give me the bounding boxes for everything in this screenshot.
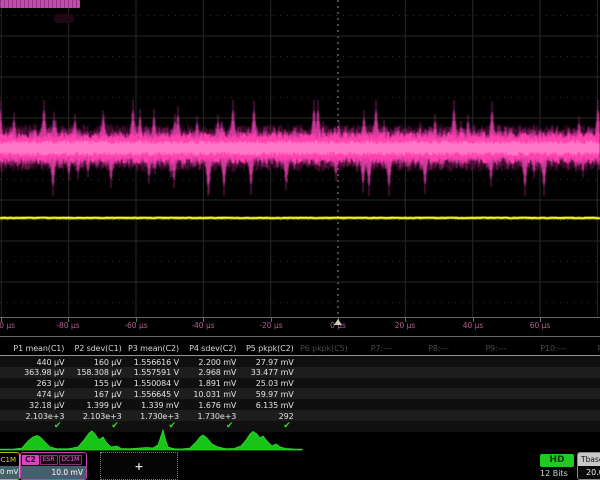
measurement-column-header: P9:--- <box>469 344 523 353</box>
measurement-histogram <box>0 420 310 452</box>
measurement-value: 2.200 mV <box>182 358 236 367</box>
c2-vdiv-value: 10.0 mV <box>21 466 86 479</box>
time-axis-label: -100 µs <box>0 321 31 330</box>
measurement-value: 1.557591 V <box>125 368 179 377</box>
oscilloscope-screen: -100 µs-80 µs-60 µs-40 µs-20 µs0 µs20 µs… <box>0 0 600 480</box>
time-axis-label: -40 µs <box>173 321 233 330</box>
measurement-column-header[interactable]: P1 mean(C1) <box>10 344 64 353</box>
c1-coupling-badge: DC1M <box>0 455 18 466</box>
overlay-smudge <box>54 14 74 23</box>
measurement-column-header: P8:--- <box>411 344 465 353</box>
measurement-value: 33.477 mV <box>239 368 293 377</box>
measurement-value: 27.97 mV <box>239 358 293 367</box>
measurement-value: 10.031 mV <box>182 390 236 399</box>
measurement-column-header[interactable]: P4 sdev(C2) <box>182 344 236 353</box>
measurement-value: 6.135 mV <box>239 401 293 410</box>
measurement-value: 1.676 mV <box>182 401 236 410</box>
c2-label: C2 <box>22 455 39 465</box>
timebase-title: Tbase <box>578 453 600 466</box>
measurement-value: 1.556616 V <box>125 358 179 367</box>
measurement-value: 263 µV <box>10 379 64 388</box>
measurement-value: 158.308 µV <box>67 368 121 377</box>
time-axis-tick <box>68 318 69 322</box>
time-axis-label: -20 µs <box>241 321 301 330</box>
measurement-column-header: P7:--- <box>354 344 408 353</box>
measurement-column-header[interactable]: P3 mean(C2) <box>125 344 179 353</box>
measurement-value: 167 µV <box>67 390 121 399</box>
c1-vdiv-value: 0 mV <box>0 466 19 479</box>
time-axis-label: 40 µs <box>443 321 503 330</box>
time-axis-label: 60 µs <box>510 321 570 330</box>
waveform-grid <box>0 0 600 318</box>
measurement-value: 1.550084 V <box>125 379 179 388</box>
time-axis-label: -60 µs <box>106 321 166 330</box>
measurement-value: 155 µV <box>67 379 121 388</box>
trigger-time-marker <box>334 319 342 325</box>
measurement-value: 1.556645 V <box>125 390 179 399</box>
measurement-value: 440 µV <box>10 358 64 367</box>
time-axis-label: -80 µs <box>38 321 98 330</box>
overlay-badge <box>0 0 80 8</box>
bit-resolution-label: 12 Bits <box>540 469 568 478</box>
grid-baseline <box>0 317 600 318</box>
time-axis-tick <box>271 318 272 322</box>
time-axis-tick <box>136 318 137 322</box>
hd-mode-badge[interactable]: HD <box>540 454 574 467</box>
timebase-descriptor[interactable]: Tbase 20.0 <box>577 452 600 480</box>
measurement-value: 1.339 mV <box>125 401 179 410</box>
timebase-value: 20.0 <box>578 466 600 479</box>
measurement-value: 474 µV <box>10 390 64 399</box>
measurement-value: 1.891 mV <box>182 379 236 388</box>
table-top-border <box>0 336 600 337</box>
channel-c1-descriptor[interactable]: DC1M 0 mV <box>0 452 20 480</box>
time-axis-tick <box>405 318 406 322</box>
time-axis-tick <box>1 318 2 322</box>
time-axis-tick <box>203 318 204 322</box>
channel-c2-descriptor[interactable]: C2 ESR DC1M 10.0 mV <box>20 452 87 480</box>
measurement-value: 160 µV <box>67 358 121 367</box>
measurement-column-header[interactable]: P2 sdev(C1) <box>67 344 121 353</box>
measurement-column-header[interactable]: P5 pkpk(C2) <box>239 344 293 353</box>
c2-coupling-badge: DC1M <box>59 455 83 465</box>
time-axis-tick <box>540 318 541 322</box>
histogram-shape <box>0 430 302 450</box>
measurement-column-header: P6 pkpk(C5) <box>297 344 351 353</box>
measurement-value: 32.18 µV <box>10 401 64 410</box>
measurement-value: 363.98 µV <box>10 368 64 377</box>
measurement-column-header: P10:--- <box>526 344 580 353</box>
measurement-column-header: P11:--- <box>583 344 600 353</box>
plus-cursor-icon: + <box>134 460 143 473</box>
measurement-value: 1.399 µV <box>67 401 121 410</box>
c2-noise-hot <box>0 140 599 156</box>
measurement-value: 2.968 mV <box>182 368 236 377</box>
measurement-value: 25.03 mV <box>239 379 293 388</box>
measurement-table: P1 mean(C1) 440 µV363.98 µV 263 µV 474 µV 32… <box>0 336 600 431</box>
measurement-value: 59.97 mV <box>239 390 293 399</box>
c2-esr-badge: ESR <box>40 455 58 465</box>
time-axis-label: 20 µs <box>375 321 435 330</box>
time-axis-tick <box>473 318 474 322</box>
cursor-position-box[interactable]: + <box>100 452 178 480</box>
